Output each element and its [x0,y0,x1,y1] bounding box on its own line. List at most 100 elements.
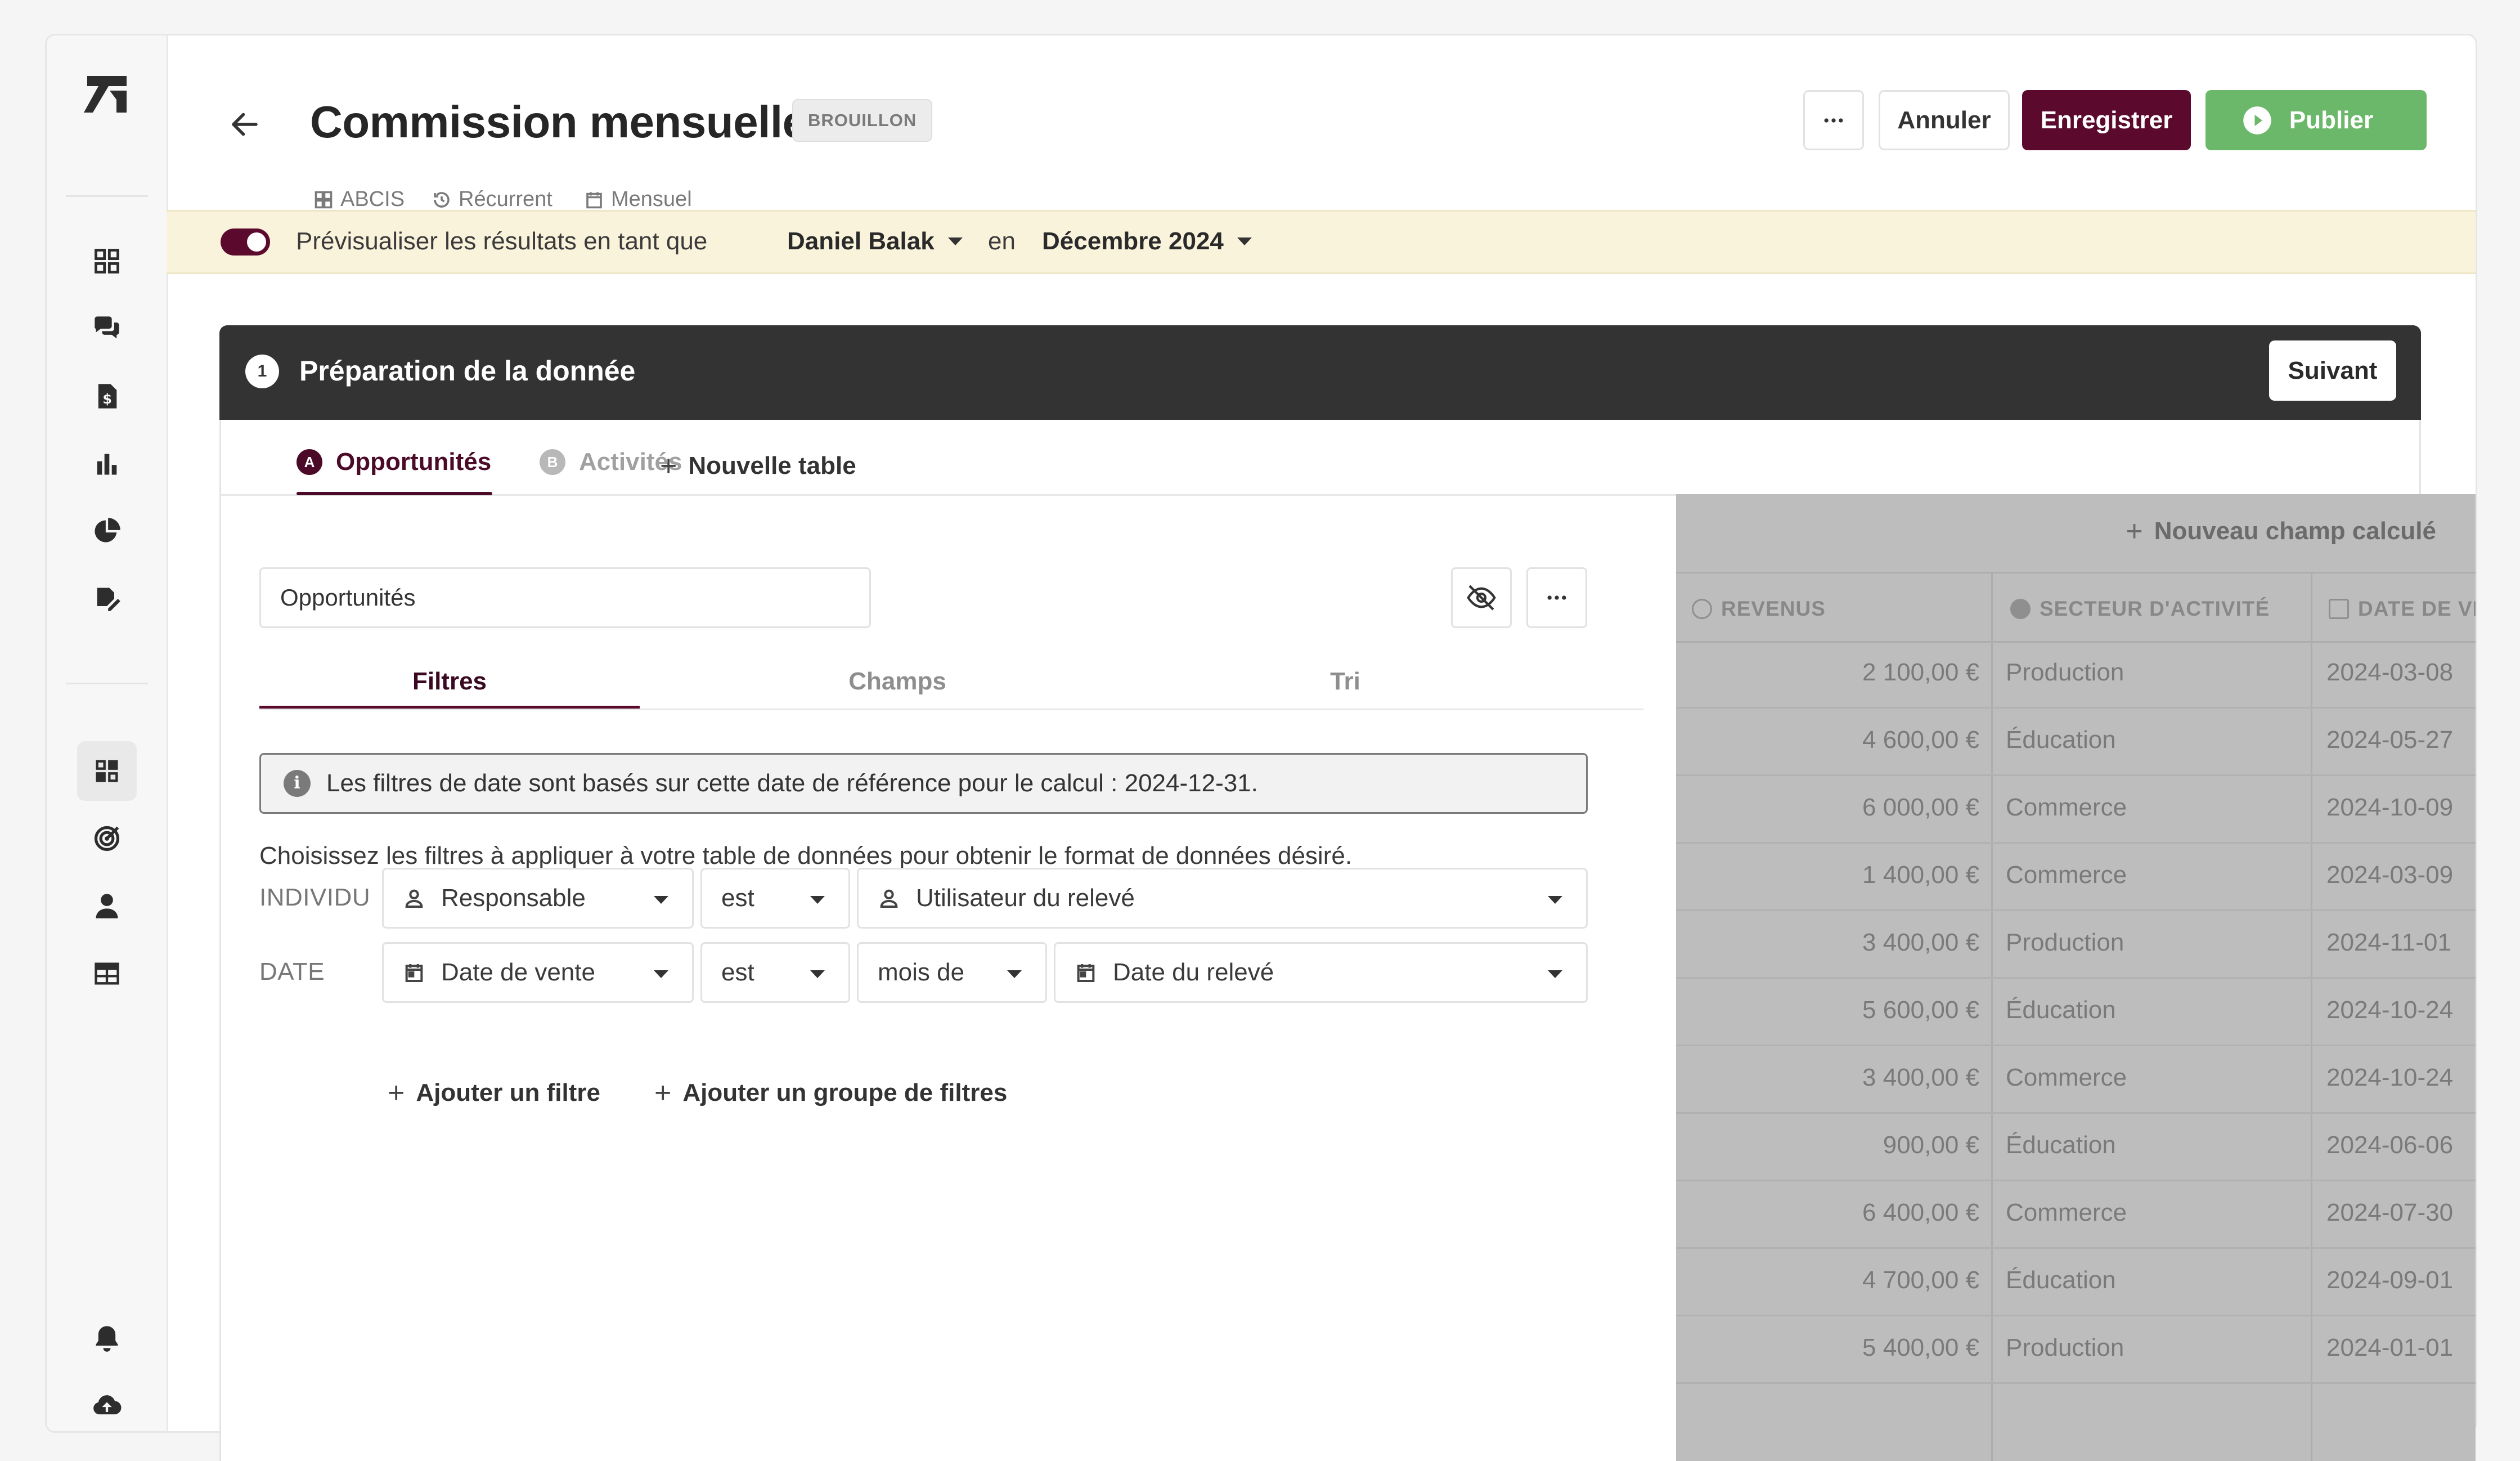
cell-revenus: 6 000,00 € [1862,794,1979,821]
bell-icon[interactable] [77,1308,137,1368]
user-icon[interactable] [77,876,137,936]
calendar-icon [1077,964,1095,982]
ellipsis-icon [1824,118,1843,123]
cell-revenus: 1 400,00 € [1862,861,1979,889]
preview-period-value: Décembre 2024 [1042,227,1224,255]
signature-icon[interactable] [77,569,137,629]
play-circle-icon [2243,106,2271,135]
hide-table-button[interactable] [1451,567,1512,628]
filter-value-select[interactable]: Utilisateur du relevé [857,868,1588,929]
table-name-input[interactable] [259,567,871,628]
caret-down-icon [1237,237,1252,245]
column-header-label: SECTEUR D'ACTIVITÉ [2040,597,2270,620]
add-filter-label: Ajouter un filtre [416,1079,600,1106]
preview-user-select[interactable]: Daniel Balak [787,227,963,256]
caret-down-icon [654,896,668,904]
cell-revenus: 4 700,00 € [1862,1266,1979,1294]
app-logo[interactable] [82,70,132,115]
filter-value-text: Utilisateur du relevé [916,884,1135,912]
back-arrow-icon[interactable] [228,107,262,141]
table-row: 900,00 € Éducation 2024-06-06 [1676,1112,2476,1181]
cell-secteur: Éducation [2006,996,2116,1024]
subtabs-divider [259,709,1643,710]
cell-date: 2024-06-06 [2326,1131,2454,1159]
column-header-revenus[interactable]: REVENUS [1692,597,1826,621]
plan-builder-icon[interactable] [77,741,137,801]
meta-period: Mensuel [584,187,692,212]
filter-row-label: INDIVIDU [259,884,371,911]
publish-button[interactable]: Publier [2205,90,2427,150]
plus-icon: + [654,1077,672,1109]
table-row: 1 400,00 € Commerce 2024-03-09 [1676,842,2476,911]
meta-dataset: ABCIS [313,187,405,212]
cell-revenus: 3 400,00 € [1862,1064,1979,1091]
save-button[interactable]: Enregistrer [2022,90,2191,150]
publish-label: Publier [2289,106,2374,134]
add-filter-button[interactable]: + Ajouter un filtre [388,1078,600,1108]
subtab-filtres[interactable]: Filtres [259,667,640,696]
caret-down-icon [810,970,825,978]
sidebar-divider [66,195,148,197]
column-header-label: REVENUS [1721,597,1826,620]
cell-date: 2024-10-09 [2326,794,2454,821]
meta-recurrence: Récurrent [432,187,552,212]
table-row: 6 000,00 € Commerce 2024-10-09 [1676,774,2476,844]
filter-value-select[interactable]: Date du relevé [1054,942,1588,1003]
step-body: A Opportunités B Activités + Nouvelle ta… [219,420,2476,1461]
plus-icon: + [388,1077,405,1109]
caret-down-icon [810,896,825,904]
subtab-tri[interactable]: Tri [1155,667,1535,696]
table-options-button[interactable] [1526,567,1587,628]
cell-revenus: 6 400,00 € [1862,1199,1979,1226]
new-table-button[interactable]: + Nouvelle table [660,451,856,481]
cloud-upload-icon[interactable] [77,1376,137,1431]
cell-secteur: Éducation [2006,1131,2116,1159]
filter-field-select[interactable]: Date de vente [382,942,694,1003]
new-calculated-field-button[interactable]: + Nouveau champ calculé [2126,517,2436,546]
preview-period-select[interactable]: Décembre 2024 [1042,227,1252,256]
meta-period-label: Mensuel [611,187,692,211]
next-button[interactable]: Suivant [2269,340,2396,401]
table-row: 5 400,00 € Production 2024-01-01 [1676,1315,2476,1384]
column-header-secteur[interactable]: SECTEUR D'ACTIVITÉ [2010,597,2270,621]
filter-row-label: DATE [259,958,325,985]
preview-toggle[interactable] [221,228,270,256]
new-calculated-field-label: Nouveau champ calculé [2154,517,2436,545]
caret-down-icon [1007,970,1022,978]
filter-operator-select[interactable]: est [700,942,850,1003]
info-notice-text: Les filtres de date sont basés sur cette… [326,769,1258,797]
table-tab-opportunites[interactable]: A Opportunités [297,448,491,476]
cancel-button[interactable]: Annuler [1879,90,2010,150]
dashboard-icon[interactable] [77,231,137,291]
target-icon[interactable] [77,809,137,868]
ellipsis-icon [1547,595,1566,600]
preview-connector: en [988,227,1016,255]
step-title: Préparation de la donnée [299,355,636,387]
person-icon [405,889,423,908]
bar-chart-icon[interactable] [77,434,137,494]
filter-operator-select[interactable]: est [700,868,850,929]
table-row: 3 400,00 € Commerce 2024-10-24 [1676,1045,2476,1114]
chat-icon[interactable] [77,299,137,358]
more-actions-button[interactable] [1803,90,1864,150]
table-tab-label: Opportunités [336,448,492,476]
cell-secteur: Production [2006,658,2124,686]
step-header: 1 Préparation de la donnée Suivant [219,325,2421,420]
subtab-champs[interactable]: Champs [707,667,1088,696]
filter-modifier-select[interactable]: mois de [857,942,1047,1003]
cell-date: 2024-03-08 [2326,658,2454,686]
pie-chart-icon[interactable] [77,501,137,561]
invoice-icon[interactable]: $ [77,366,137,426]
filter-field-select[interactable]: Responsable [382,868,694,929]
add-filter-group-button[interactable]: + Ajouter un groupe de filtres [654,1078,1007,1108]
filter-modifier-value: mois de [878,958,965,986]
table-icon[interactable] [77,944,137,1003]
cell-secteur: Commerce [2006,861,2127,889]
eye-off-icon [1467,585,1496,611]
preview-banner: Prévisualiser les résultats en tant que … [167,210,2476,274]
column-header-date[interactable]: DATE DE VE [2329,597,2476,621]
plus-icon: + [2126,515,2143,548]
filters-help-text: Choisissez les filtres à appliquer à vot… [259,842,1353,870]
caret-down-icon [1548,896,1562,904]
table-row: 5 600,00 € Éducation 2024-10-24 [1676,977,2476,1046]
